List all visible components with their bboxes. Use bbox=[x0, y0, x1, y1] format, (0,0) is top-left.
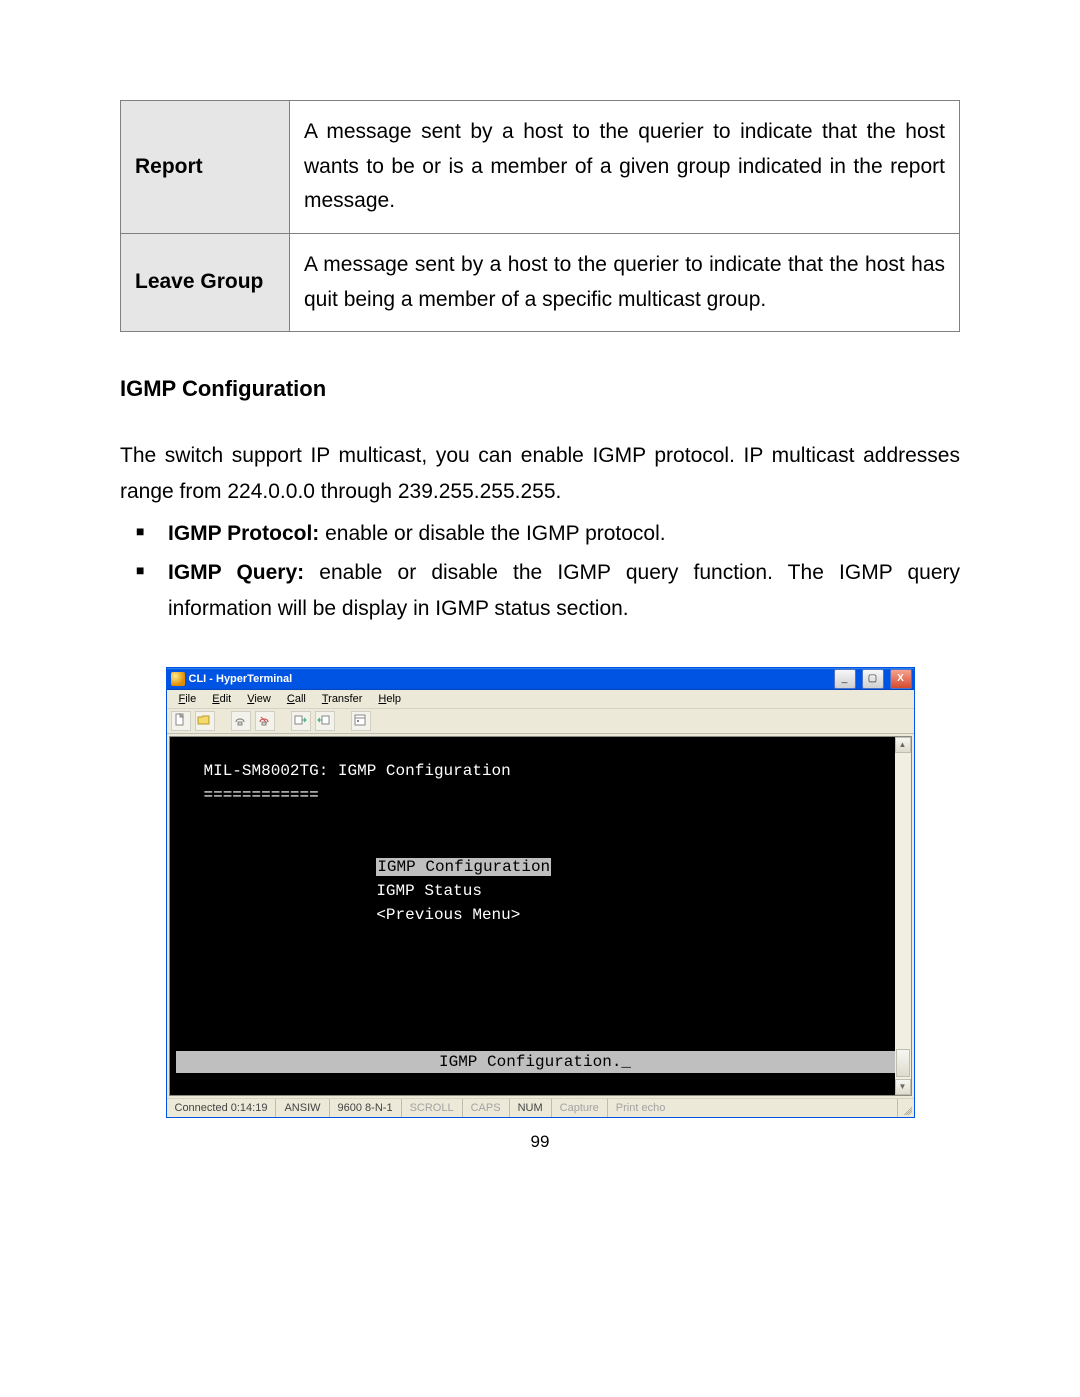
maximize-icon: ▢ bbox=[868, 673, 877, 684]
bullet-list: IGMP Protocol: enable or disable the IGM… bbox=[128, 516, 960, 627]
statusbar: Connected 0:14:19 ANSIW 9600 8-N-1 SCROL… bbox=[167, 1098, 914, 1117]
terminal-footer: IGMP Configuration._ bbox=[176, 1051, 895, 1073]
term-cell: Report bbox=[121, 101, 290, 234]
terminal-menu-previous[interactable]: <Previous Menu> bbox=[376, 906, 520, 924]
bullet-label: IGMP Protocol: bbox=[168, 522, 319, 545]
properties-icon[interactable] bbox=[351, 711, 371, 731]
menu-help[interactable]: Help bbox=[370, 692, 409, 706]
terminal-header: MIL-SM8002TG: IGMP Configuration bbox=[204, 759, 889, 783]
status-num: NUM bbox=[510, 1099, 552, 1117]
open-icon[interactable] bbox=[195, 711, 215, 731]
desc-cell: A message sent by a host to the querier … bbox=[290, 101, 960, 234]
connect-icon[interactable] bbox=[231, 711, 251, 731]
disconnect-icon[interactable] bbox=[255, 711, 275, 731]
bullet-text: enable or disable the IGMP protocol. bbox=[319, 522, 665, 545]
terminal-menu-igmp-status[interactable]: IGMP Status bbox=[376, 882, 482, 900]
list-item: IGMP Protocol: enable or disable the IGM… bbox=[128, 516, 960, 552]
app-icon bbox=[171, 672, 185, 686]
scrollbar-thumb[interactable] bbox=[896, 1049, 910, 1077]
status-connected: Connected 0:14:19 bbox=[167, 1099, 277, 1117]
status-emulation: ANSIW bbox=[276, 1099, 329, 1117]
desc-cell: A message sent by a host to the querier … bbox=[290, 233, 960, 331]
close-icon: X bbox=[897, 673, 904, 684]
status-printecho: Print echo bbox=[608, 1099, 898, 1117]
body-paragraph: The switch support IP multicast, you can… bbox=[120, 438, 960, 509]
menu-transfer[interactable]: Transfer bbox=[314, 692, 371, 706]
term-cell: Leave Group bbox=[121, 233, 290, 331]
menu-edit[interactable]: Edit bbox=[204, 692, 239, 706]
section-heading: IGMP Configuration bbox=[120, 376, 960, 402]
window-title: CLI - HyperTerminal bbox=[189, 673, 828, 685]
page-number: 99 bbox=[120, 1132, 960, 1152]
receive-icon[interactable] bbox=[315, 711, 335, 731]
status-capture: Capture bbox=[552, 1099, 608, 1117]
resize-grip-icon[interactable] bbox=[898, 1099, 914, 1117]
minimize-icon: _ bbox=[842, 673, 848, 684]
scroll-up-icon[interactable]: ▲ bbox=[895, 737, 911, 753]
hyperterminal-window: CLI - HyperTerminal _ ▢ X File Edit View… bbox=[166, 667, 915, 1118]
definitions-table: Report A message sent by a host to the q… bbox=[120, 100, 960, 332]
list-item: IGMP Query: enable or disable the IGMP q… bbox=[128, 555, 960, 626]
table-row: Report A message sent by a host to the q… bbox=[121, 101, 960, 234]
bullet-label: IGMP Query: bbox=[168, 561, 304, 584]
menubar: File Edit View Call Transfer Help bbox=[167, 690, 914, 709]
terminal-area[interactable]: MIL-SM8002TG: IGMP Configuration =======… bbox=[170, 737, 895, 1095]
terminal-underline: ============ bbox=[204, 783, 889, 807]
close-button[interactable]: X bbox=[890, 669, 912, 689]
status-caps: CAPS bbox=[463, 1099, 510, 1117]
menu-file[interactable]: File bbox=[171, 692, 205, 706]
minimize-button[interactable]: _ bbox=[834, 669, 856, 689]
maximize-button[interactable]: ▢ bbox=[862, 669, 884, 689]
terminal-menu-igmp-config[interactable]: IGMP Configuration bbox=[376, 858, 551, 876]
scroll-down-icon[interactable]: ▼ bbox=[895, 1079, 911, 1095]
toolbar bbox=[167, 709, 914, 734]
titlebar[interactable]: CLI - HyperTerminal _ ▢ X bbox=[167, 668, 914, 690]
status-settings: 9600 8-N-1 bbox=[330, 1099, 402, 1117]
menu-view[interactable]: View bbox=[239, 692, 279, 706]
vertical-scrollbar[interactable]: ▲ ▼ bbox=[894, 737, 911, 1095]
new-file-icon[interactable] bbox=[171, 711, 191, 731]
status-scroll: SCROLL bbox=[402, 1099, 463, 1117]
send-icon[interactable] bbox=[291, 711, 311, 731]
table-row: Leave Group A message sent by a host to … bbox=[121, 233, 960, 331]
menu-call[interactable]: Call bbox=[279, 692, 314, 706]
